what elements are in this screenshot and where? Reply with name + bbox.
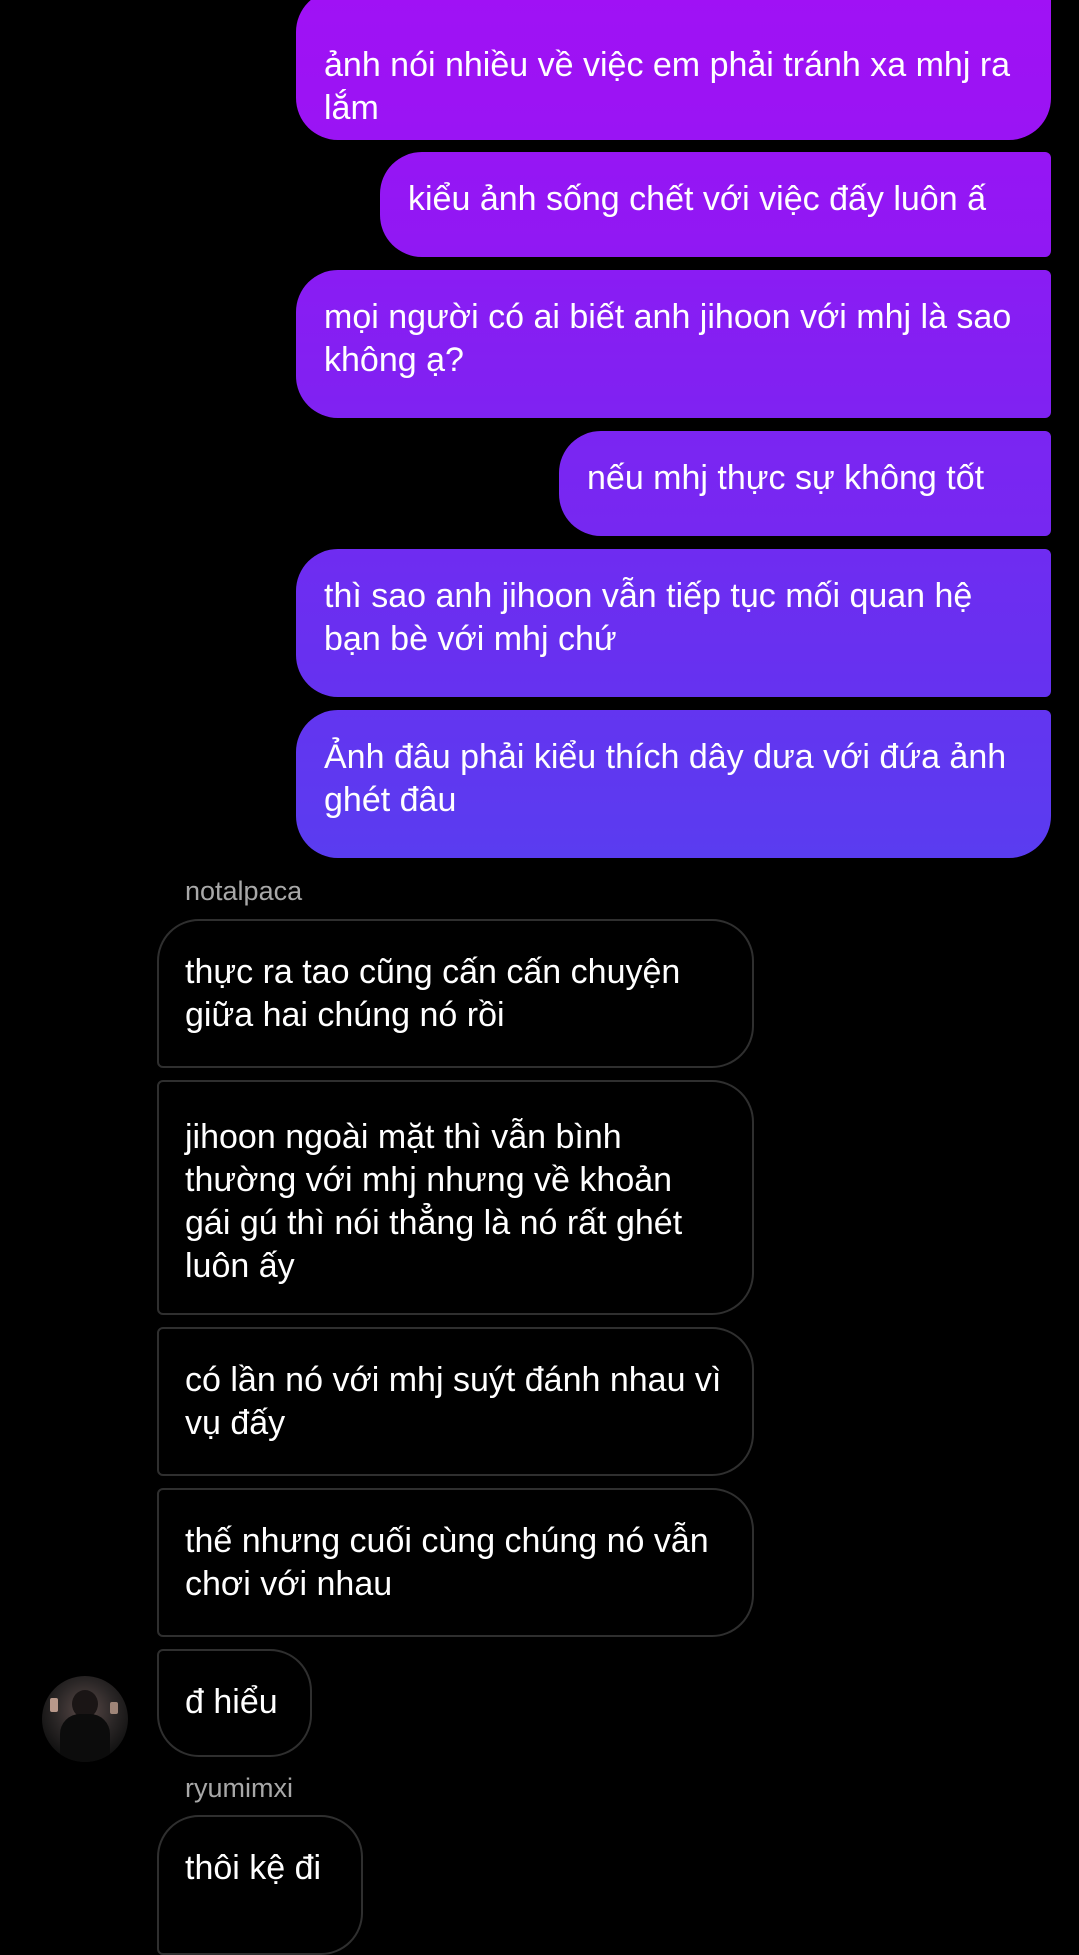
incoming-message[interactable]: thực ra tao cũng cấn cấn chuyện giữa hai… [157, 919, 754, 1068]
incoming-message[interactable]: thôi kệ đi [157, 1815, 363, 1955]
message-text: mọi người có ai biết anh jihoon với mhj … [324, 298, 1012, 379]
outgoing-message[interactable]: nếu mhj thực sự không tốt [559, 431, 1051, 536]
outgoing-message[interactable]: ảnh nói nhiều về việc em phải tránh xa m… [296, 0, 1051, 140]
incoming-message[interactable]: jihoon ngoài mặt thì vẫn bình thường với… [157, 1080, 754, 1315]
outgoing-message[interactable]: Ảnh đâu phải kiểu thích dây dưa với đứa … [296, 710, 1051, 858]
outgoing-message[interactable]: kiểu ảnh sống chết với việc đấy luôn ấ [380, 152, 1051, 257]
message-text: có lần nó với mhj suýt đánh nhau vì vụ đ… [185, 1361, 722, 1442]
message-text: thôi kệ đi [185, 1849, 322, 1887]
message-text: kiểu ảnh sống chết với việc đấy luôn ấ [408, 180, 986, 218]
incoming-message[interactable]: có lần nó với mhj suýt đánh nhau vì vụ đ… [157, 1327, 754, 1476]
message-thread: ảnh nói nhiều về việc em phải tránh xa m… [0, 0, 1079, 1955]
sender-avatar[interactable] [42, 1676, 128, 1762]
message-text: thế nhưng cuối cùng chúng nó vẫn chơi vớ… [185, 1522, 709, 1603]
message-text: nếu mhj thực sự không tốt [587, 459, 985, 497]
outgoing-message[interactable]: thì sao anh jihoon vẫn tiếp tục mối quan… [296, 549, 1051, 697]
outgoing-message[interactable]: mọi người có ai biết anh jihoon với mhj … [296, 270, 1051, 418]
sender-name: notalpaca [185, 876, 303, 906]
message-text: jihoon ngoài mặt thì vẫn bình thường với… [185, 1118, 683, 1285]
sender-name: ryumimxi [185, 1773, 293, 1803]
incoming-message[interactable]: thế nhưng cuối cùng chúng nó vẫn chơi vớ… [157, 1488, 754, 1637]
message-text: thì sao anh jihoon vẫn tiếp tục mối quan… [324, 577, 973, 658]
message-text: đ hiểu [185, 1683, 278, 1721]
incoming-message[interactable]: đ hiểu [157, 1649, 312, 1757]
message-text: ảnh nói nhiều về việc em phải tránh xa m… [324, 46, 1011, 127]
message-text: Ảnh đâu phải kiểu thích dây dưa với đứa … [324, 738, 1007, 819]
message-text: thực ra tao cũng cấn cấn chuyện giữa hai… [185, 953, 681, 1034]
